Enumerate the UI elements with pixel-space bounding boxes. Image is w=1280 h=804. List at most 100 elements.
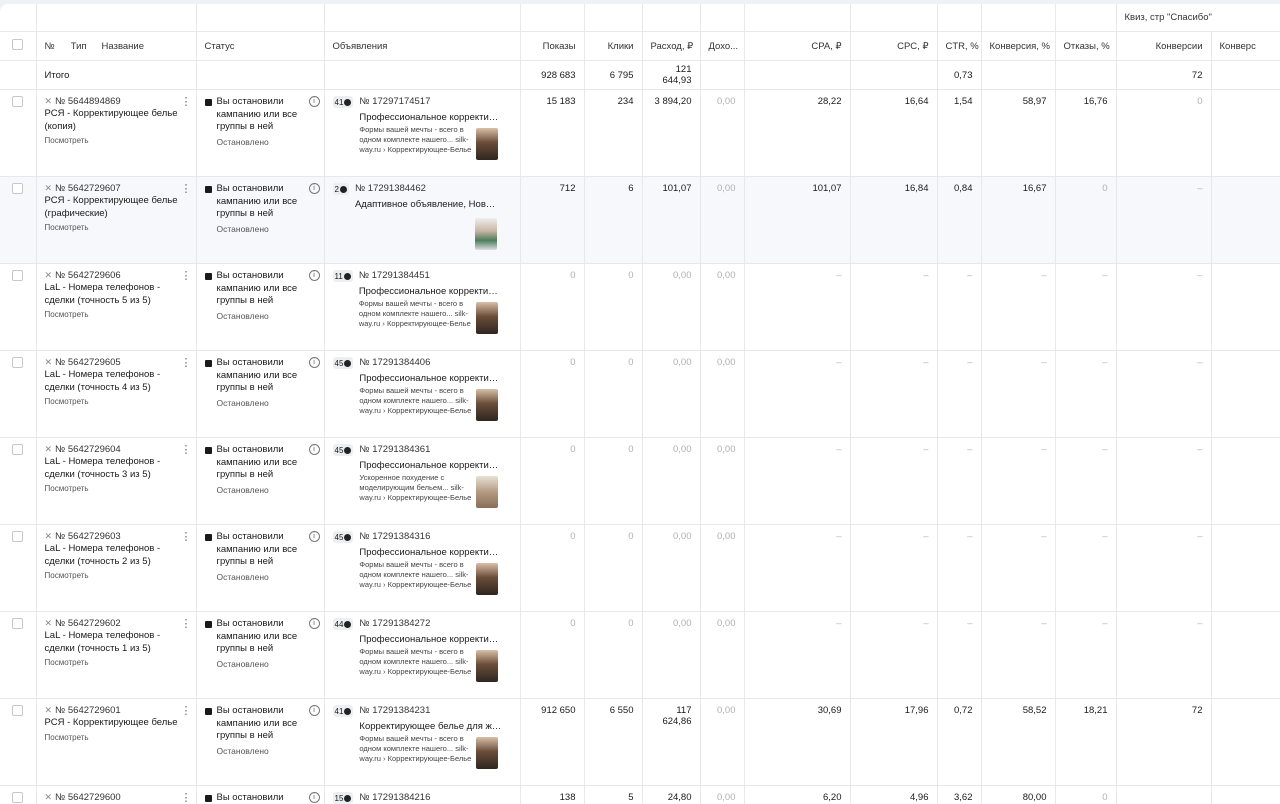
ad-count-badge[interactable]: 2	[333, 183, 349, 195]
ad-count-badge[interactable]: 41	[333, 96, 354, 108]
more-menu-icon[interactable]: ⋮	[181, 530, 192, 543]
info-icon[interactable]: i	[309, 705, 320, 716]
row-checkbox[interactable]	[12, 705, 23, 716]
row-checkbox[interactable]	[12, 792, 23, 803]
info-icon[interactable]: i	[309, 531, 320, 542]
ad-count-badge[interactable]: 44	[333, 618, 354, 630]
row-checkbox-cell[interactable]	[0, 699, 36, 786]
more-menu-icon[interactable]: ⋮	[181, 617, 192, 630]
header-conversions[interactable]: Конверсии	[1116, 32, 1211, 61]
info-icon[interactable]: i	[309, 183, 320, 194]
ad-count-badge[interactable]: 45	[333, 531, 354, 543]
more-menu-icon[interactable]: ⋮	[181, 182, 192, 195]
header-ads[interactable]: Объявления	[324, 32, 520, 61]
ad-thumbnail-image[interactable]	[476, 128, 498, 160]
view-link[interactable]: Посмотреть	[45, 223, 188, 232]
ad-id[interactable]: № 17291384216	[359, 792, 511, 803]
campaign-row[interactable]: ✕№ 5642729603⋮ LaL - Номера телефонов - …	[0, 525, 1280, 612]
view-link[interactable]: Посмотреть	[45, 571, 188, 580]
header-conversion-rate-2[interactable]: Конверс	[1211, 32, 1280, 61]
row-checkbox-cell[interactable]	[0, 264, 36, 351]
ad-thumbnail-image[interactable]	[476, 563, 498, 595]
row-checkbox[interactable]	[12, 96, 23, 107]
more-menu-icon[interactable]: ⋮	[181, 443, 192, 456]
header-type[interactable]: Тип	[71, 41, 87, 52]
more-menu-icon[interactable]: ⋮	[181, 356, 192, 369]
ad-thumbnail-image[interactable]	[476, 737, 498, 769]
select-all-checkbox[interactable]	[12, 39, 23, 50]
view-link[interactable]: Посмотреть	[45, 397, 188, 406]
row-checkbox[interactable]	[12, 444, 23, 455]
ad-thumbnail-image[interactable]	[476, 302, 498, 334]
row-checkbox[interactable]	[12, 618, 23, 629]
ad-id[interactable]: № 17291384462	[355, 183, 512, 194]
select-all-checkbox-cell[interactable]	[0, 32, 36, 61]
header-name[interactable]: Название	[102, 41, 144, 52]
campaign-name[interactable]: LaL - Номера телефонов - сделки (точност…	[45, 543, 188, 568]
ad-id[interactable]: № 17291384316	[359, 531, 511, 542]
ad-count-badge[interactable]: 11	[333, 270, 353, 282]
ad-id[interactable]: № 17291384361	[359, 444, 511, 455]
info-icon[interactable]: i	[309, 444, 320, 455]
more-menu-icon[interactable]: ⋮	[181, 269, 192, 282]
row-checkbox-cell[interactable]	[0, 786, 36, 804]
ad-count-badge[interactable]: 45	[333, 444, 354, 456]
row-checkbox[interactable]	[12, 357, 23, 368]
row-checkbox[interactable]	[12, 183, 23, 194]
campaign-row[interactable]: ✕№ 5642729601⋮ РСЯ - Корректирующее бель…	[0, 699, 1280, 786]
header-spend[interactable]: Расход, ₽	[642, 32, 700, 61]
campaign-row[interactable]: ✕№ 5644894869⋮ РСЯ - Корректирующее бель…	[0, 90, 1280, 177]
ad-thumbnail-image[interactable]	[476, 650, 498, 682]
view-link[interactable]: Посмотреть	[45, 136, 188, 145]
campaign-row[interactable]: ✕№ 5642729605⋮ LaL - Номера телефонов - …	[0, 351, 1280, 438]
ad-id[interactable]: № 17291384451	[359, 270, 512, 281]
ad-id[interactable]: № 17291384406	[359, 357, 511, 368]
header-bounce[interactable]: Отказы, %	[1055, 32, 1116, 61]
row-checkbox-cell[interactable]	[0, 177, 36, 264]
header-conversion-rate[interactable]: Конверсия, %	[981, 32, 1055, 61]
more-menu-icon[interactable]: ⋮	[181, 791, 192, 804]
header-shows[interactable]: Показы	[520, 32, 584, 61]
campaign-name[interactable]: РСЯ - Корректирующее белье (копия)	[45, 108, 188, 133]
info-icon[interactable]: i	[309, 96, 320, 107]
campaign-name[interactable]: LaL - Номера телефонов - сделки (точност…	[45, 282, 188, 307]
ad-id[interactable]: № 17291384272	[359, 618, 511, 629]
ad-thumbnail-image[interactable]	[476, 476, 498, 508]
more-menu-icon[interactable]: ⋮	[181, 704, 192, 717]
view-link[interactable]: Посмотреть	[45, 658, 188, 667]
ad-thumbnail-image[interactable]	[476, 389, 498, 421]
header-ctr[interactable]: CTR, %	[937, 32, 981, 61]
campaign-name[interactable]: РСЯ - Корректирующее белье	[45, 717, 188, 730]
campaign-row[interactable]: ✕№ 5642729606⋮ LaL - Номера телефонов - …	[0, 264, 1280, 351]
info-icon[interactable]: i	[309, 792, 320, 803]
campaign-row[interactable]: ✕№ 5642729600⋮ Посмотреть Вы остановилиi…	[0, 786, 1280, 804]
campaign-name[interactable]: РСЯ - Корректирующее белье (графические)	[45, 195, 188, 220]
campaign-row[interactable]: ✕№ 5642729604⋮ LaL - Номера телефонов - …	[0, 438, 1280, 525]
header-cpc[interactable]: CPC, ₽	[850, 32, 937, 61]
header-income[interactable]: Дохо...	[700, 32, 744, 61]
campaign-name[interactable]: LaL - Номера телефонов - сделки (точност…	[45, 369, 188, 394]
ad-count-badge[interactable]: 15	[333, 792, 354, 804]
ad-id[interactable]: № 17297174517	[359, 96, 511, 107]
header-cpa[interactable]: CPA, ₽	[744, 32, 850, 61]
ad-id[interactable]: № 17291384231	[359, 705, 511, 716]
header-status[interactable]: Статус	[196, 32, 324, 61]
view-link[interactable]: Посмотреть	[45, 310, 188, 319]
row-checkbox[interactable]	[12, 270, 23, 281]
view-link[interactable]: Посмотреть	[45, 733, 188, 742]
campaign-row[interactable]: ✕№ 5642729607⋮ РСЯ - Корректирующее бель…	[0, 177, 1280, 264]
row-checkbox-cell[interactable]	[0, 90, 36, 177]
header-clicks[interactable]: Клики	[584, 32, 642, 61]
row-checkbox-cell[interactable]	[0, 438, 36, 525]
info-icon[interactable]: i	[309, 270, 320, 281]
view-link[interactable]: Посмотреть	[45, 484, 188, 493]
campaign-name[interactable]: LaL - Номера телефонов - сделки (точност…	[45, 456, 188, 481]
row-checkbox[interactable]	[12, 531, 23, 542]
campaign-name[interactable]: LaL - Номера телефонов - сделки (точност…	[45, 630, 188, 655]
campaign-row[interactable]: ✕№ 5642729602⋮ LaL - Номера телефонов - …	[0, 612, 1280, 699]
ad-thumbnail-image[interactable]	[475, 218, 497, 250]
info-icon[interactable]: i	[309, 618, 320, 629]
ad-count-badge[interactable]: 41	[333, 705, 354, 717]
info-icon[interactable]: i	[309, 357, 320, 368]
row-checkbox-cell[interactable]	[0, 525, 36, 612]
